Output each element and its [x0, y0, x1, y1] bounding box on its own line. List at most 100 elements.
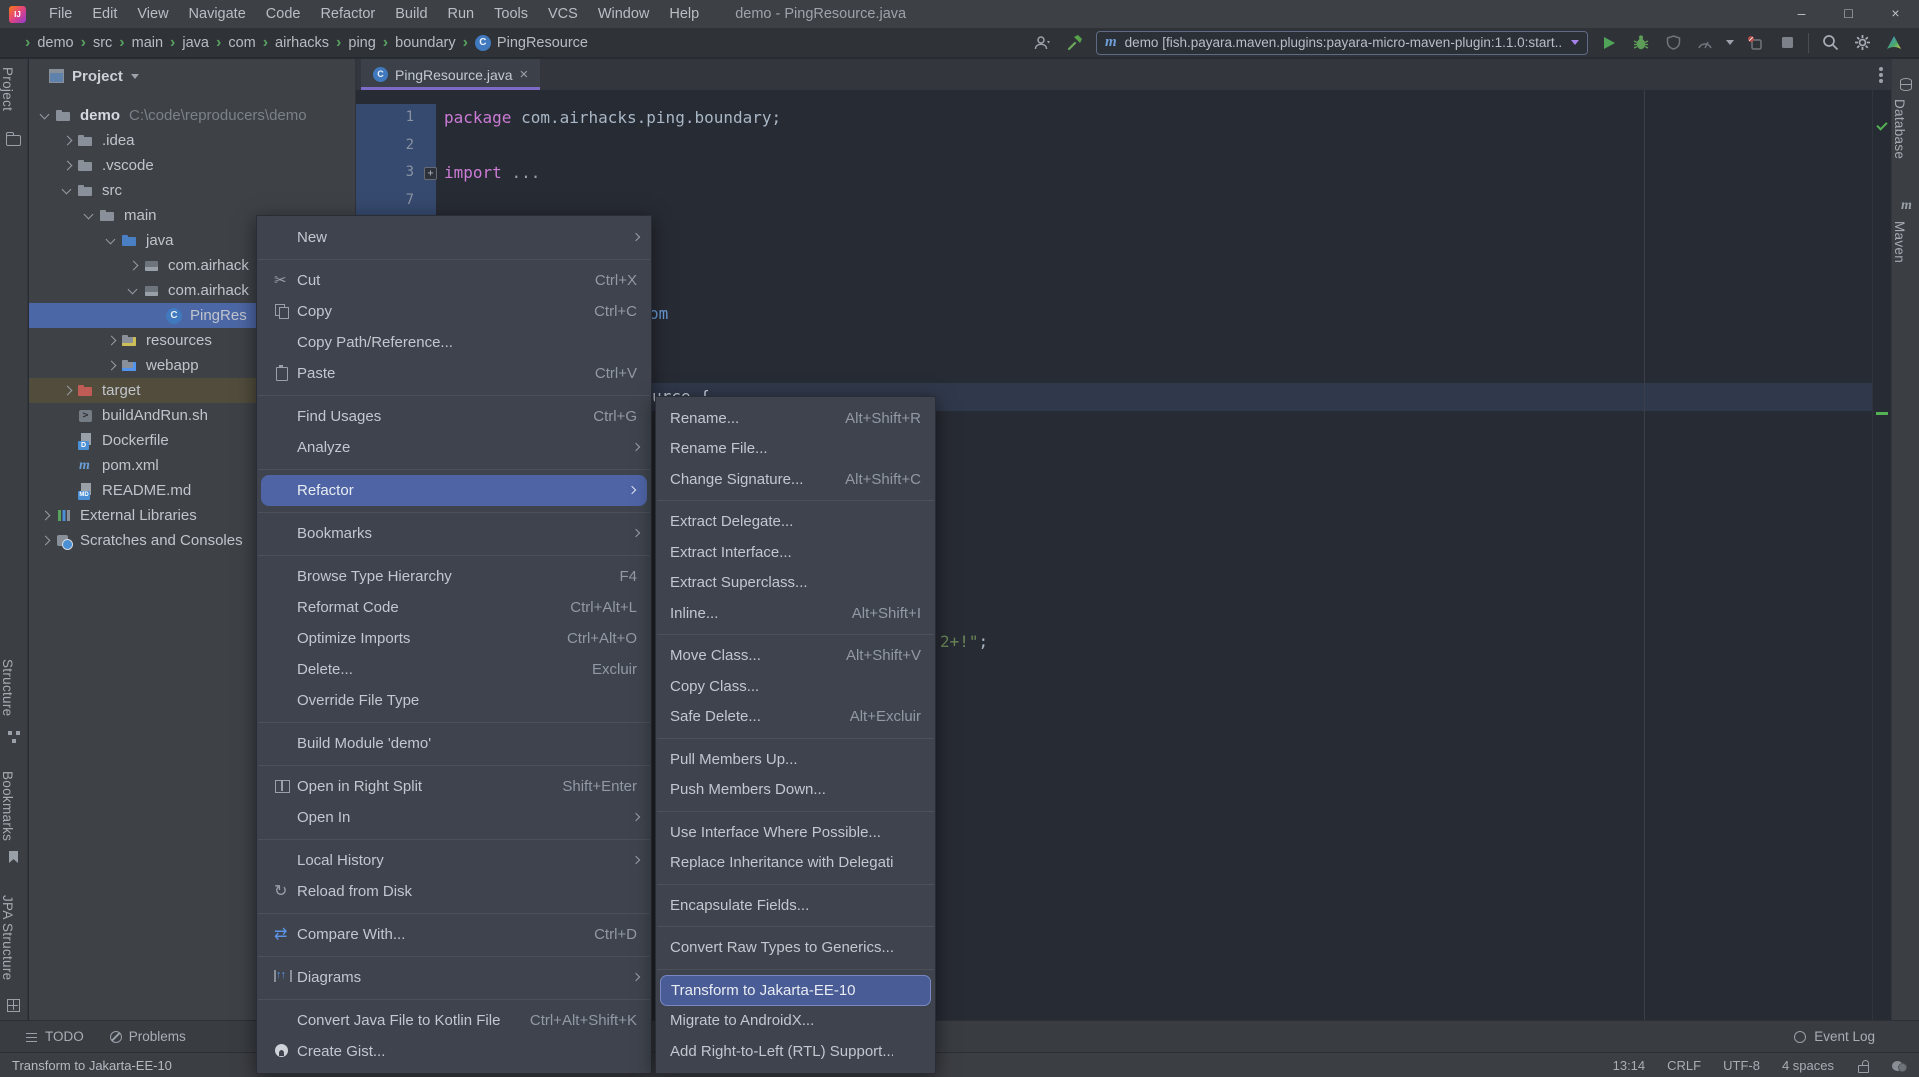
more-options-icon[interactable]	[1879, 67, 1883, 71]
menu-item[interactable]: Reformat Code Ctrl+Alt+L	[257, 592, 651, 623]
menu-item[interactable]: Browse Type Hierarchy F4	[257, 561, 651, 592]
menu-item[interactable]: Window	[588, 0, 660, 28]
menu-item[interactable]: Cut Ctrl+X	[257, 265, 651, 296]
breadcrumb-item[interactable]: › C airhacks	[256, 34, 329, 52]
menu-item[interactable]: Local History	[257, 845, 651, 876]
menu-item[interactable]: Push Members Down...	[656, 775, 935, 806]
build-hammer-icon[interactable]	[1064, 32, 1086, 54]
tree-chevron-icon[interactable]	[125, 257, 143, 275]
tree-chevron-icon[interactable]	[59, 457, 77, 475]
line-ending-widget[interactable]: CRLF	[1667, 1058, 1701, 1073]
bookmark-icon[interactable]	[6, 849, 22, 865]
menu-item[interactable]: Open in Right Split Shift+Enter	[257, 771, 651, 802]
menu-item[interactable]: Move Class... Alt+Shift+V	[656, 641, 935, 672]
editor-tab[interactable]: C PingResource.java ×	[361, 59, 540, 90]
tree-row[interactable]: src	[29, 178, 355, 203]
settings-gear-icon[interactable]	[1851, 32, 1873, 54]
menu-item[interactable]: Replace Inheritance with Delegation...	[656, 848, 935, 879]
minimize-button[interactable]: –	[1778, 0, 1825, 28]
breadcrumb-item[interactable]: › C java	[163, 34, 209, 52]
database-icon[interactable]	[1898, 77, 1914, 93]
event-log-button[interactable]: Event Log	[1794, 1029, 1919, 1044]
tree-chevron-icon[interactable]	[103, 332, 121, 350]
tree-chevron-icon[interactable]	[81, 207, 99, 225]
menu-item[interactable]: Delete... Excluir	[257, 654, 651, 685]
tool-stripe-maven[interactable]: Maven	[1892, 221, 1919, 263]
menu-item[interactable]: New	[257, 222, 651, 253]
menu-item[interactable]: View	[127, 0, 178, 28]
tab-close-icon[interactable]: ×	[520, 68, 529, 82]
tree-chevron-icon[interactable]	[59, 132, 77, 150]
menu-item[interactable]: Compare With... Ctrl+D	[257, 919, 651, 950]
project-folder-icon[interactable]	[6, 131, 22, 147]
tree-chevron-icon[interactable]	[37, 107, 55, 125]
close-button[interactable]: ×	[1872, 0, 1919, 28]
menu-item[interactable]: Build	[385, 0, 437, 28]
maximize-button[interactable]: □	[1825, 0, 1872, 28]
menu-item[interactable]: Override File Type	[257, 685, 651, 716]
menu-item[interactable]: Diagrams	[257, 962, 651, 993]
menu-item[interactable]: Add Right-to-Left (RTL) Support...	[656, 1036, 935, 1067]
menu-item[interactable]: Convert Java File to Kotlin File Ctrl+Al…	[257, 1005, 651, 1036]
menu-item[interactable]: Bookmarks	[257, 518, 651, 549]
tree-row[interactable]: demo C:\code\reproducers\demo	[29, 103, 355, 128]
breadcrumb-item[interactable]: › C main	[112, 34, 163, 52]
menu-item[interactable]: Create Gist...	[257, 1036, 651, 1067]
tree-chevron-icon[interactable]	[59, 432, 77, 450]
tree-chevron-icon[interactable]	[37, 532, 55, 550]
breadcrumb-item[interactable]: › C com	[209, 34, 256, 52]
menu-item[interactable]: Inline... Alt+Shift+I	[656, 598, 935, 629]
menu-item[interactable]: Optimize Imports Ctrl+Alt+O	[257, 623, 651, 654]
menu-item[interactable]: Analyze	[257, 432, 651, 463]
encoding-widget[interactable]: UTF-8	[1723, 1058, 1760, 1073]
payara-icon[interactable]	[1883, 32, 1905, 54]
tool-stripe-structure[interactable]: Structure	[0, 659, 28, 716]
user-icon[interactable]	[1032, 32, 1054, 54]
tree-chevron-icon[interactable]	[147, 307, 165, 325]
tree-chevron-icon[interactable]	[59, 157, 77, 175]
menu-item[interactable]: Edit	[82, 0, 127, 28]
breadcrumb-item[interactable]: › C src	[74, 34, 113, 52]
menu-item[interactable]: Rename File...	[656, 434, 935, 465]
tree-chevron-icon[interactable]	[103, 232, 121, 250]
sync-settings-icon[interactable]	[1892, 1059, 1907, 1072]
menu-item[interactable]: Refactor	[261, 475, 647, 506]
menu-item[interactable]: Run	[438, 0, 485, 28]
menu-item[interactable]: Reload from Disk	[257, 876, 651, 907]
tree-chevron-icon[interactable]	[37, 507, 55, 525]
tree-row[interactable]: .idea	[29, 128, 355, 153]
menu-item[interactable]: Build Module 'demo'	[257, 728, 651, 759]
menu-item[interactable]: Code	[256, 0, 311, 28]
tree-chevron-icon[interactable]	[103, 357, 121, 375]
menu-item[interactable]: Copy Ctrl+C	[257, 296, 651, 327]
tree-chevron-icon[interactable]	[59, 382, 77, 400]
menu-item[interactable]: Migrate to AndroidX...	[656, 1006, 935, 1037]
search-everywhere-icon[interactable]	[1819, 32, 1841, 54]
menu-item[interactable]: Change Signature... Alt+Shift+C	[656, 464, 935, 495]
menu-item[interactable]: Extract Delegate...	[656, 507, 935, 538]
menu-item[interactable]: Transform to Jakarta-EE-10	[660, 975, 931, 1006]
menu-item[interactable]: Help	[659, 0, 709, 28]
run-button[interactable]	[1598, 32, 1620, 54]
tree-chevron-icon[interactable]	[59, 407, 77, 425]
menu-item[interactable]: Extract Superclass...	[656, 568, 935, 599]
breadcrumb-item[interactable]: › C boundary	[376, 34, 456, 52]
menu-item[interactable]: Copy Path/Reference...	[257, 327, 651, 358]
tree-chevron-icon[interactable]	[59, 482, 77, 500]
tool-stripe-project[interactable]: Project	[0, 67, 28, 111]
unlock-icon[interactable]	[1856, 1058, 1870, 1072]
menu-item[interactable]: VCS	[538, 0, 588, 28]
fold-marker-icon[interactable]: +	[424, 167, 437, 180]
indent-widget[interactable]: 4 spaces	[1782, 1058, 1834, 1073]
menu-item[interactable]: File	[39, 0, 82, 28]
problems-tool-button[interactable]: Problems	[110, 1029, 186, 1044]
breadcrumb-item[interactable]: › C ping	[329, 34, 376, 52]
menu-item[interactable]: Pull Members Up...	[656, 744, 935, 775]
menu-item[interactable]: Safe Delete... Alt+Excluir	[656, 702, 935, 733]
tool-stripe-bookmarks[interactable]: Bookmarks	[0, 771, 28, 841]
menu-item[interactable]: Find Usages Ctrl+G	[257, 401, 651, 432]
tool-stripe-jpa-structure[interactable]: JPA Structure	[0, 895, 28, 980]
maven-icon[interactable]: m	[1901, 199, 1917, 215]
todo-tool-button[interactable]: TODO	[26, 1029, 84, 1044]
menu-item[interactable]: Refactor	[310, 0, 385, 28]
